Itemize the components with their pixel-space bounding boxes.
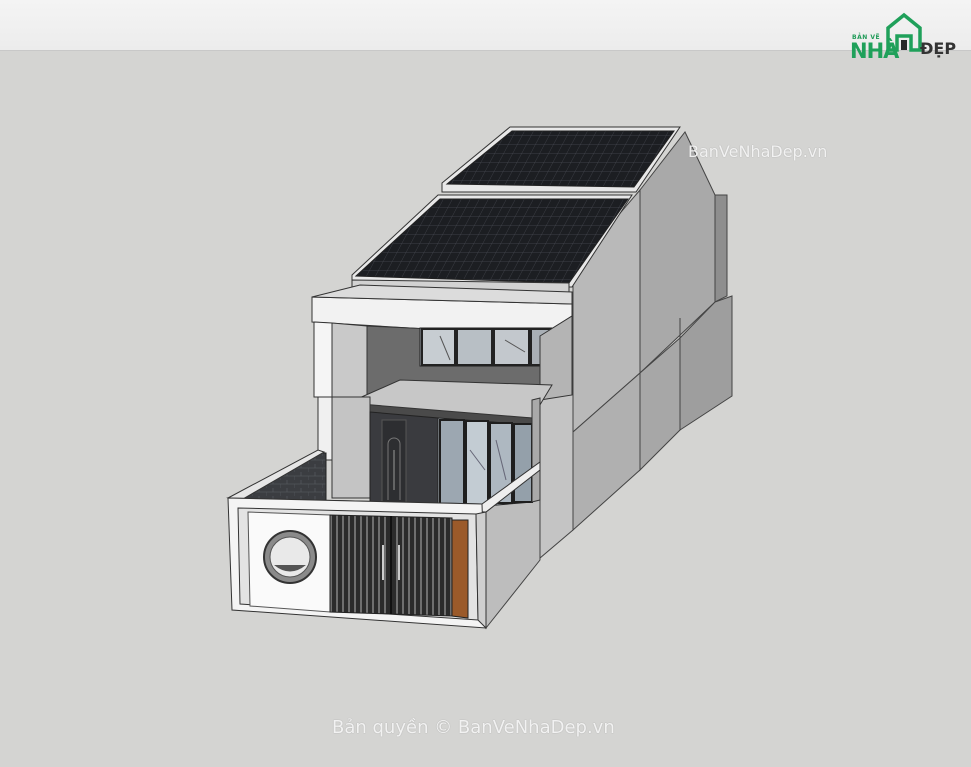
- model-viewport[interactable]: [0, 0, 971, 767]
- watermark-top: BanVeNhaDep.vn: [688, 142, 828, 161]
- watermark-bottom: Bản quyền © BanVeNhaDep.vn: [332, 717, 615, 738]
